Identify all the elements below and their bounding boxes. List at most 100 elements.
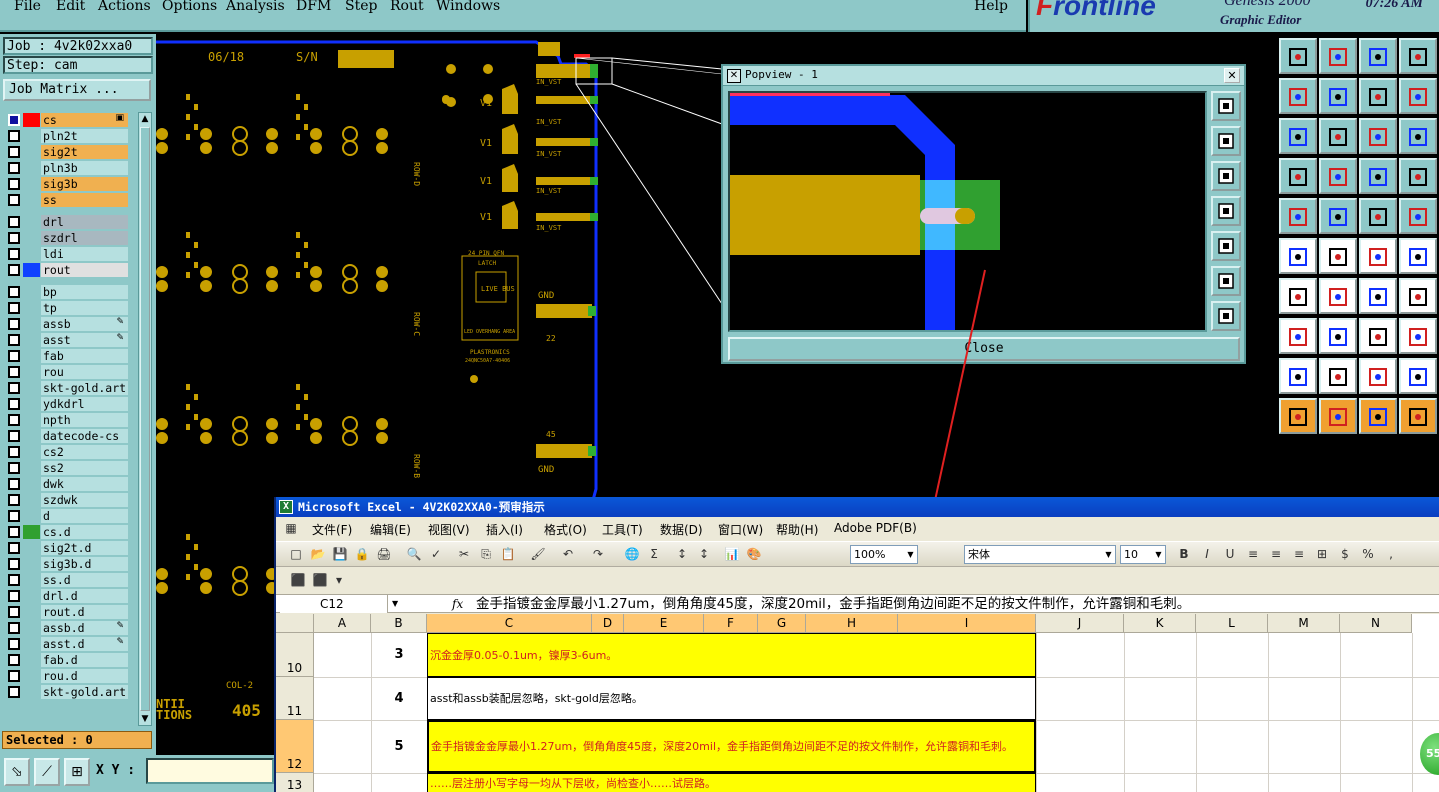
save-icon[interactable]: 💾 [332,546,348,562]
layer-checkbox[interactable] [8,216,20,228]
layer-row[interactable]: datecode-cs [6,429,128,443]
pad-move-icon[interactable] [1279,318,1317,354]
layer-name[interactable]: sig2t.d [41,541,128,555]
layer-row[interactable]: fab.d [6,653,128,667]
menu-edit[interactable]: Edit [56,0,85,14]
layer-color-swatch[interactable] [23,557,40,571]
instruction-cell[interactable]: 沉金金厚0.05-0.1um，镍厚3-6um。 [427,633,1036,677]
menu-rout[interactable]: Rout [390,0,424,14]
job-matrix-button[interactable]: Job Matrix ... [3,79,151,101]
snap-icon[interactable]: ⬂ [4,758,30,786]
chart-icon[interactable]: 📊 [724,546,740,562]
layer-checkbox[interactable] [8,318,20,330]
instruction-cell[interactable]: asst和assb装配层忽略，skt-gold层忽略。 [427,677,1036,720]
help-icon[interactable] [1399,118,1437,154]
layer-checkbox[interactable] [8,232,20,244]
select-icon[interactable] [1279,398,1317,434]
layer-name[interactable]: drl.d [41,589,128,603]
layer-checkbox[interactable] [8,542,20,554]
layer-color-swatch[interactable] [23,333,40,347]
layer-color-swatch[interactable] [23,541,40,555]
tools-icon[interactable] [1279,158,1317,194]
layer-row[interactable]: d [6,509,128,523]
drawing-icon[interactable]: 🎨 [746,546,762,562]
pv-prev-icon[interactable] [1211,196,1241,226]
select-box-icon[interactable] [1319,398,1357,434]
layer-name[interactable]: szdrl [41,231,128,245]
layer-color-swatch[interactable] [23,429,40,443]
layer-name[interactable]: rout [41,263,128,277]
row-header[interactable]: 10 [276,633,314,677]
layer-checkbox[interactable] [8,430,20,442]
column-header[interactable]: G [758,614,806,633]
menu-dfm[interactable]: DFM [296,0,331,14]
menu-analysis[interactable]: Analysis [226,0,285,14]
layer-row[interactable]: dwk [6,477,128,491]
layer-name[interactable]: dwk [41,477,128,491]
layer-row[interactable]: asst.d ✎ [6,637,128,651]
autosum-icon[interactable]: Σ [646,546,662,562]
measure-h-icon[interactable] [1359,318,1397,354]
layer-row[interactable]: skt-gold.art [6,685,128,699]
line-cut-icon[interactable] [1319,278,1357,314]
layer-name[interactable]: szdwk [41,493,128,507]
layer-color-swatch[interactable] [23,573,40,587]
menu-windows[interactable]: Windows [436,0,500,14]
layer-name[interactable]: ldi [41,247,128,261]
layer-color-swatch[interactable] [23,301,40,315]
pv-layer-up-icon[interactable] [1211,126,1241,156]
merge-button[interactable]: ⊞ [1314,546,1330,562]
layer-color-swatch[interactable] [23,349,40,363]
excel-menu-item[interactable]: 文件(F) [312,521,352,538]
zoom-in-icon[interactable] [1319,118,1357,154]
layout-icon[interactable] [1399,78,1437,114]
layer-name[interactable]: bp [41,285,128,299]
menu-options[interactable]: Options [162,0,217,14]
layer-color-swatch[interactable] [23,637,40,651]
add-pad-icon[interactable] [1279,198,1317,234]
column-header[interactable]: H [806,614,898,633]
layer-name[interactable]: tp [41,301,128,315]
layer-row[interactable]: cs.d [6,525,128,539]
cross-icon[interactable] [1319,238,1357,274]
layer-row[interactable]: szdrl [6,231,128,245]
layer-checkbox[interactable] [8,414,20,426]
layer-name[interactable]: asst [41,333,128,347]
column-header[interactable]: N [1340,614,1412,633]
layer-color-swatch[interactable] [23,413,40,427]
layer-color-swatch[interactable] [23,317,40,331]
name-box[interactable]: C12 ▼ [280,595,398,613]
layer-checkbox[interactable] [8,478,20,490]
return-icon[interactable] [1359,78,1397,114]
layer-row[interactable]: npth [6,413,128,427]
signal-alt-icon[interactable] [1399,158,1437,194]
layer-name[interactable]: cs2 [41,445,128,459]
layer-name[interactable]: sig3b.d [41,557,128,571]
layer-up-icon[interactable] [1279,38,1317,74]
undo-icon[interactable]: ↶ [560,546,576,562]
scale-icon[interactable] [1359,118,1397,154]
excel-menu-item[interactable]: 工具(T) [602,521,643,538]
point-alt-icon[interactable] [1399,238,1437,274]
column-header[interactable]: E [624,614,704,633]
layer-color-swatch[interactable] [23,365,40,379]
excel-titlebar[interactable]: X Microsoft Excel - 4V2K02XXA0-预审指示 [276,497,1439,517]
excel-menu-item[interactable]: 编辑(E) [370,521,411,538]
layer-color-swatch[interactable] [23,397,40,411]
layer-row[interactable]: ydkdrl [6,397,128,411]
layer-checkbox[interactable] [8,574,20,586]
toolbar-options-icon[interactable]: ▾ [334,572,344,588]
layer-row[interactable]: sig2t.d [6,541,128,555]
layer-name[interactable]: ss2 [41,461,128,475]
excel-menu-item[interactable]: 帮助(H) [776,521,818,538]
dropdown-arrow-icon[interactable]: ▼ [904,546,917,563]
layer-row[interactable]: rout.d [6,605,128,619]
layer-checkbox[interactable] [8,622,20,634]
layer-name[interactable]: ydkdrl [41,397,128,411]
layer-row[interactable]: rou [6,365,128,379]
column-header[interactable]: I [898,614,1036,633]
layer-name[interactable]: fab.d [41,653,128,667]
route-icon[interactable] [1319,318,1357,354]
layer-color-swatch[interactable] [23,161,40,175]
zoom-select[interactable]: 100% ▼ [850,545,918,564]
